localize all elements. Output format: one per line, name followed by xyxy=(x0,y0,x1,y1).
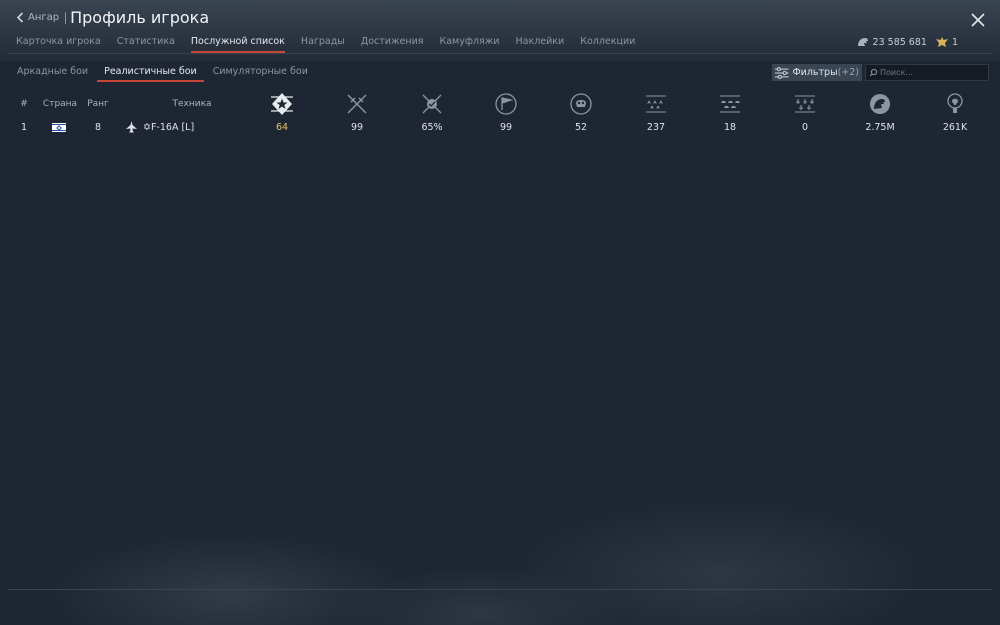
silver-amount: 23 585 681 xyxy=(872,36,927,48)
tab-achievements[interactable]: Достижения xyxy=(361,36,424,53)
deaths-icon[interactable] xyxy=(569,92,593,116)
stat-air-kills: 237 xyxy=(646,122,666,133)
silver-earned-icon[interactable] xyxy=(868,92,892,116)
back-button[interactable]: Ангар xyxy=(16,12,59,23)
tab-collections[interactable]: Коллекции xyxy=(580,36,635,53)
tab-awards[interactable]: Награды xyxy=(301,36,345,53)
page-title: Профиль игрока xyxy=(70,8,210,27)
currency-display: 23 585 681 1 xyxy=(856,36,966,48)
victories-icon[interactable] xyxy=(345,92,369,116)
stat-ground-kills: 18 xyxy=(723,122,737,133)
chevron-left-icon xyxy=(16,12,24,23)
header-divider xyxy=(8,53,992,54)
stat-win-rate: 65% xyxy=(421,122,443,133)
search-field[interactable] xyxy=(865,64,989,81)
filters-label: Фильтры xyxy=(792,67,838,78)
stat-naval-kills: 0 xyxy=(801,122,809,133)
row-index: 1 xyxy=(20,122,28,133)
vehicle-cell[interactable]: ✡F-16A [L] xyxy=(126,121,194,133)
column-index: # xyxy=(20,99,28,109)
column-country[interactable]: Страна xyxy=(40,99,80,109)
tab-decals[interactable]: Наклейки xyxy=(515,36,564,53)
filters-count: (+2) xyxy=(837,67,859,78)
air-kills-icon[interactable] xyxy=(644,92,668,116)
search-input[interactable] xyxy=(878,68,980,77)
win-rate-icon[interactable] xyxy=(420,92,444,116)
back-label: Ангар xyxy=(28,12,60,23)
stat-victories: 99 xyxy=(350,122,364,133)
sliders-icon xyxy=(774,66,789,79)
header-separator xyxy=(65,11,67,24)
missions-icon[interactable] xyxy=(494,92,518,116)
game-mode-tabs: Аркадные бои Реалистичные бои Симуляторн… xyxy=(10,64,317,82)
row-rank: 8 xyxy=(94,122,102,133)
tab-arcade[interactable]: Аркадные бои xyxy=(10,64,95,82)
column-rank[interactable]: Ранг xyxy=(83,99,113,109)
golden-eagles-icon xyxy=(935,37,948,47)
research-points-icon[interactable] xyxy=(943,92,967,116)
silver-lions-icon xyxy=(857,38,868,46)
stat-missions: 99 xyxy=(499,122,513,133)
footer-divider xyxy=(8,589,992,590)
stat-battles: 64 xyxy=(275,122,289,133)
tab-statistics[interactable]: Статистика xyxy=(117,36,175,53)
tab-camouflages[interactable]: Камуфляжи xyxy=(439,36,499,53)
naval-kills-icon[interactable] xyxy=(793,92,817,116)
column-vehicle[interactable]: Техника xyxy=(167,99,217,109)
stat-silver-earned: 2.75M xyxy=(865,122,895,133)
eagles-amount: 1 xyxy=(951,36,958,48)
filters-button[interactable]: Фильтры (+2) xyxy=(772,64,862,81)
stat-deaths: 52 xyxy=(574,122,588,133)
tab-realistic[interactable]: Реалистичные бои xyxy=(97,64,204,82)
vehicle-name: ✡F-16A [L] xyxy=(143,121,195,133)
page-header: Ангар Профиль игрока xyxy=(16,8,209,27)
israel-flag-icon xyxy=(52,123,66,132)
stat-research-points: 261K xyxy=(942,122,968,133)
tab-simulator[interactable]: Симуляторные бои xyxy=(206,64,315,82)
tab-service-record[interactable]: Послужной список xyxy=(190,36,285,53)
close-icon[interactable] xyxy=(970,12,986,28)
battles-icon[interactable] xyxy=(270,92,294,116)
tab-player-card[interactable]: Карточка игрока xyxy=(16,36,101,53)
jet-icon xyxy=(126,121,137,133)
profile-tabs: Карточка игрока Статистика Послужной спи… xyxy=(16,36,651,53)
ground-kills-icon[interactable] xyxy=(718,92,742,116)
search-icon xyxy=(869,68,878,77)
